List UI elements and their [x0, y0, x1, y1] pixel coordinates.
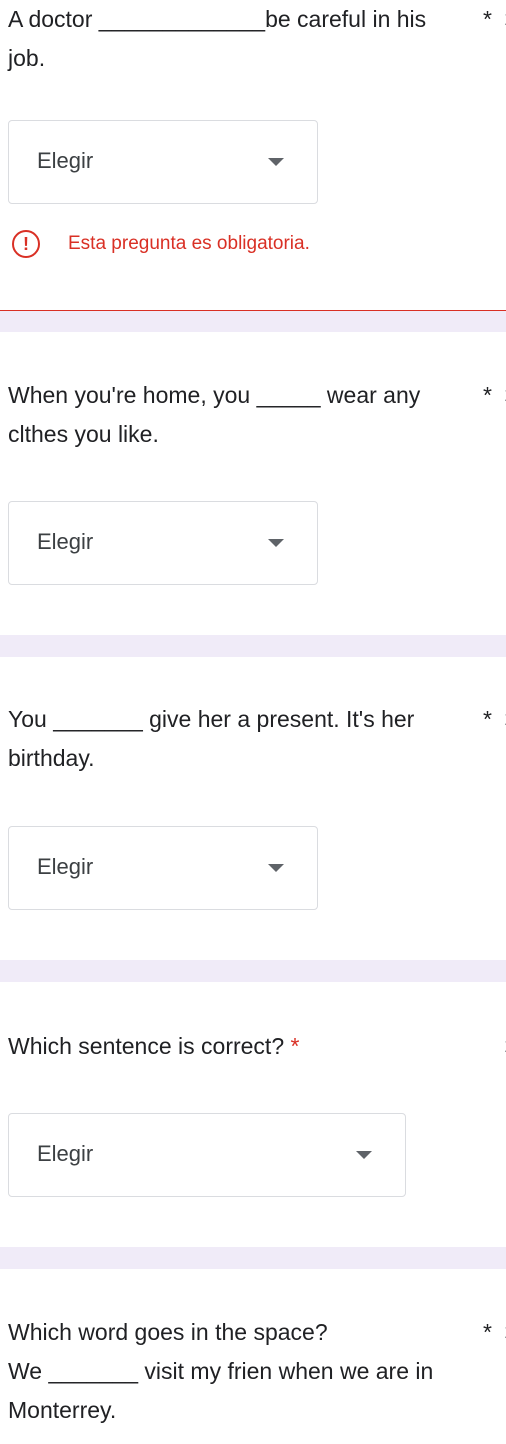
- question-text: Which word goes in the space?: [8, 1319, 328, 1345]
- question-title: Which sentence is correct? * 1: [8, 1027, 506, 1066]
- answer-dropdown[interactable]: Elegir: [8, 1113, 406, 1197]
- error-text: Esta pregunta es obligatoria.: [68, 233, 310, 254]
- dropdown-label: Elegir: [37, 1141, 94, 1166]
- question-card-1: A doctor _____________be careful in his …: [0, 0, 506, 311]
- answer-dropdown[interactable]: Elegir: [8, 826, 318, 910]
- required-asterisk: *: [483, 1319, 492, 1345]
- required-asterisk: *: [290, 1033, 300, 1059]
- question-title: You _______ give her a present. It's her…: [8, 700, 506, 778]
- question-sentence: We _______ visit my frien when we are in…: [8, 1352, 506, 1430]
- dropdown-arrow-icon: [268, 539, 284, 547]
- dropdown-label: Elegir: [37, 854, 94, 879]
- question-card-4: Which sentence is correct? * 1 Elegir: [0, 982, 506, 1247]
- answer-dropdown[interactable]: Elegir: [8, 120, 318, 204]
- question-text: A doctor _____________be careful in his …: [8, 6, 427, 71]
- answer-dropdown[interactable]: Elegir: [8, 501, 318, 585]
- question-card-3: You _______ give her a present. It's her…: [0, 657, 506, 960]
- question-card-2: When you're home, you _____ wear any clt…: [0, 332, 506, 635]
- dropdown-arrow-icon: [268, 864, 284, 872]
- error-message: ! Esta pregunta es obligatoria.: [12, 229, 310, 259]
- error-icon: !: [12, 230, 40, 258]
- question-sentence-text: We _______ visit my frien when we are in…: [8, 1358, 434, 1423]
- dropdown-label: Elegir: [37, 529, 94, 554]
- question-title: When you're home, you _____ wear any clt…: [8, 376, 506, 454]
- required-asterisk: *: [483, 382, 492, 408]
- question-text: Which sentence is correct?: [8, 1033, 285, 1059]
- question-title: Which word goes in the space? * 1: [8, 1313, 506, 1352]
- dropdown-arrow-icon: [268, 158, 284, 166]
- question-text: When you're home, you _____ wear any clt…: [8, 382, 421, 447]
- required-asterisk: *: [483, 6, 492, 32]
- question-title: A doctor _____________be careful in his …: [8, 0, 506, 78]
- dropdown-label: Elegir: [37, 148, 94, 173]
- dropdown-arrow-icon: [356, 1151, 372, 1159]
- question-card-5: Which word goes in the space? * 1 We ___…: [0, 1269, 506, 1444]
- question-text: You _______ give her a present. It's her…: [8, 706, 415, 771]
- required-asterisk: *: [483, 706, 492, 732]
